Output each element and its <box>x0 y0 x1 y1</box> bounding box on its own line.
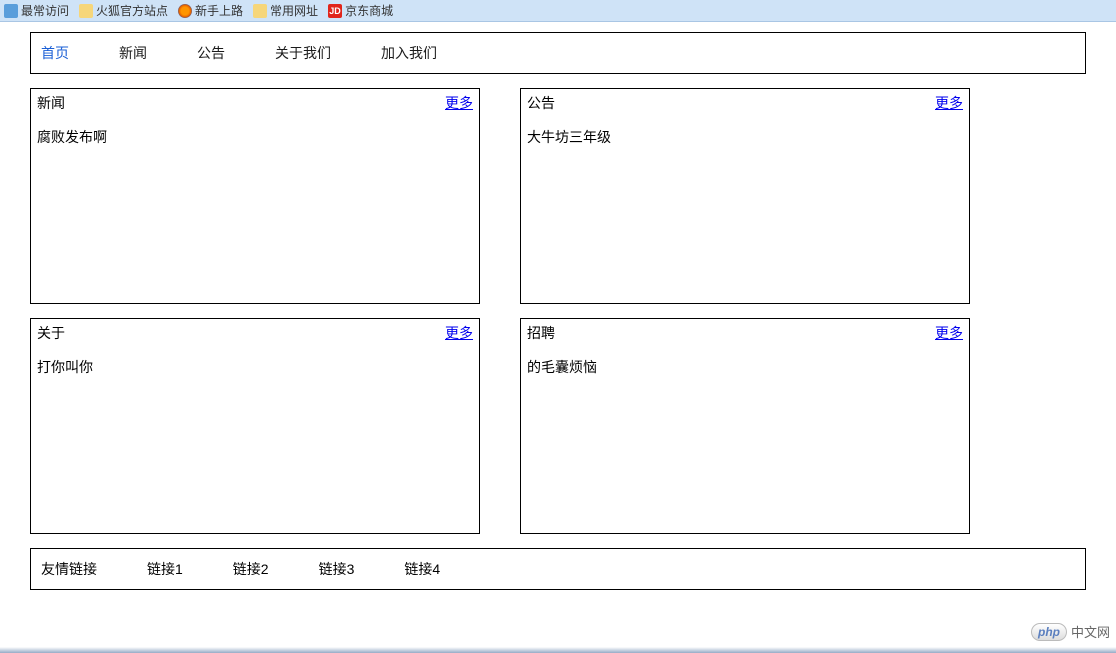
nav-home[interactable]: 首页 <box>41 43 69 63</box>
bookmark-label: 京东商城 <box>345 2 393 19</box>
more-link[interactable]: 更多 <box>935 323 963 343</box>
footer-links-bar: 友情链接 链接1 链接2 链接3 链接4 <box>30 548 1086 590</box>
panel-header: 关于 更多 <box>37 323 473 343</box>
folder-icon <box>79 4 93 18</box>
watermark-text: 中文网 <box>1071 622 1110 641</box>
panel-header: 新闻 更多 <box>37 93 473 113</box>
panel-content: 大牛坊三年级 <box>527 127 963 147</box>
panel-content: 腐败发布啊 <box>37 127 473 147</box>
panel-content: 的毛囊烦恼 <box>527 357 963 377</box>
nav-about[interactable]: 关于我们 <box>275 43 331 63</box>
footer-link-3[interactable]: 链接3 <box>319 559 355 579</box>
panels-row-2: 关于 更多 打你叫你 招聘 更多 的毛囊烦恼 <box>30 318 1086 534</box>
panel-header: 公告 更多 <box>527 93 963 113</box>
bookmark-label: 新手上路 <box>195 2 243 19</box>
panel-announce: 公告 更多 大牛坊三年级 <box>520 88 970 304</box>
bookmark-label: 常用网址 <box>270 2 318 19</box>
bookmark-most-visited[interactable]: 最常访问 <box>4 2 69 19</box>
nav-announce[interactable]: 公告 <box>197 43 225 63</box>
more-link[interactable]: 更多 <box>935 93 963 113</box>
bookmark-jd[interactable]: JD 京东商城 <box>328 2 393 19</box>
footer-label: 友情链接 <box>41 559 97 579</box>
bookmark-label: 最常访问 <box>21 2 69 19</box>
panel-title: 公告 <box>527 93 555 113</box>
more-link[interactable]: 更多 <box>445 93 473 113</box>
footer-link-4[interactable]: 链接4 <box>404 559 440 579</box>
folder-icon <box>253 4 267 18</box>
panel-content: 打你叫你 <box>37 357 473 377</box>
panel-recruit: 招聘 更多 的毛囊烦恼 <box>520 318 970 534</box>
panel-title: 关于 <box>37 323 65 343</box>
panels-row-1: 新闻 更多 腐败发布啊 公告 更多 大牛坊三年级 <box>30 88 1086 304</box>
watermark: php 中文网 <box>1031 622 1110 641</box>
jd-icon: JD <box>328 4 342 18</box>
panel-title: 新闻 <box>37 93 65 113</box>
bookmark-getting-started[interactable]: 新手上路 <box>178 2 243 19</box>
main-nav: 首页 新闻 公告 关于我们 加入我们 <box>30 32 1086 74</box>
footer-link-2[interactable]: 链接2 <box>233 559 269 579</box>
bookmark-firefox-official[interactable]: 火狐官方站点 <box>79 2 168 19</box>
nav-join[interactable]: 加入我们 <box>381 43 437 63</box>
bottom-shadow <box>0 647 1116 653</box>
bookmark-label: 火狐官方站点 <box>96 2 168 19</box>
php-logo-icon: php <box>1031 623 1067 641</box>
page-container: 首页 新闻 公告 关于我们 加入我们 新闻 更多 腐败发布啊 公告 更多 大牛坊… <box>0 22 1116 590</box>
more-link[interactable]: 更多 <box>445 323 473 343</box>
firefox-icon <box>178 4 192 18</box>
panel-news: 新闻 更多 腐败发布啊 <box>30 88 480 304</box>
bookmark-common-sites[interactable]: 常用网址 <box>253 2 318 19</box>
panel-about: 关于 更多 打你叫你 <box>30 318 480 534</box>
bookmark-bar: 最常访问 火狐官方站点 新手上路 常用网址 JD 京东商城 <box>0 0 1116 22</box>
nav-news[interactable]: 新闻 <box>119 43 147 63</box>
grid-icon <box>4 4 18 18</box>
panel-header: 招聘 更多 <box>527 323 963 343</box>
panel-title: 招聘 <box>527 323 555 343</box>
footer-link-1[interactable]: 链接1 <box>147 559 183 579</box>
